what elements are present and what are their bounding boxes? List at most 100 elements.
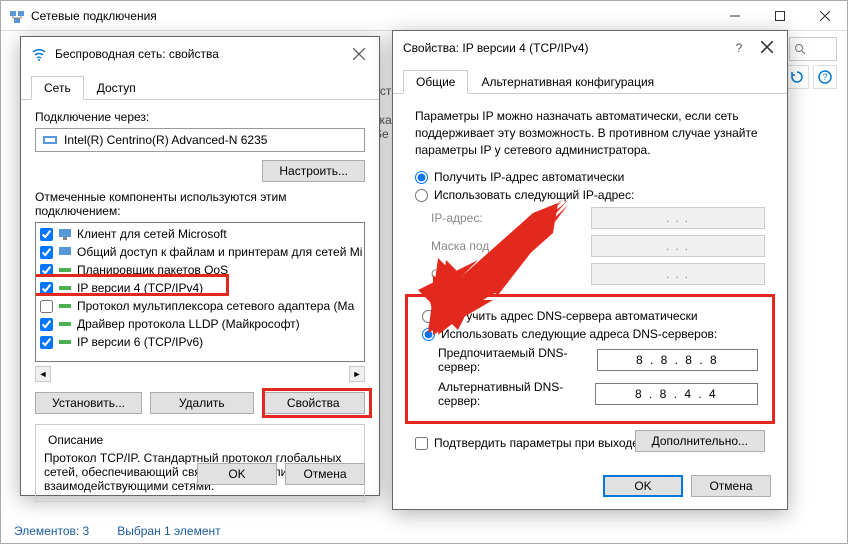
- dlg2-help-button[interactable]: ?: [729, 41, 749, 55]
- preferred-dns-label: Предпочитаемый DNS-сервер:: [438, 346, 597, 374]
- alternate-dns-label: Альтернативный DNS-сервер:: [438, 380, 595, 408]
- dlg2-tabs: Общие Альтернативная конфигурация: [393, 69, 787, 94]
- close-button[interactable]: [802, 2, 847, 30]
- horizontal-scrollbar[interactable]: ◄ ►: [35, 366, 365, 382]
- component-checkbox[interactable]: [40, 300, 53, 313]
- dns-highlight-box: П учить адрес DNS-сервера автоматически …: [405, 294, 775, 424]
- component-item: IP версии 6 (TCP/IPv6): [38, 333, 362, 351]
- gateway-row: Основн юз: ...: [407, 260, 773, 288]
- help-button[interactable]: ?: [813, 65, 837, 89]
- ipv4-properties-dialog: Свойства: IP версии 4 (TCP/IPv4) ? Общие…: [392, 30, 788, 510]
- client-icon: [57, 226, 73, 242]
- dlg2-ok-button[interactable]: OK: [603, 475, 683, 497]
- component-checkbox[interactable]: [40, 264, 53, 277]
- dns-manual-radio[interactable]: [422, 328, 435, 341]
- tab-access[interactable]: Доступ: [84, 76, 149, 100]
- wifi-icon: [31, 46, 47, 62]
- protocol-icon: [57, 316, 73, 332]
- adapter-icon: [42, 132, 58, 148]
- ip-address-input: ...: [591, 207, 765, 229]
- statusbar: Элементов: 3 Выбран 1 элемент: [0, 518, 848, 544]
- intro-text: Параметры IP можно назначать автоматичес…: [415, 108, 765, 158]
- adapter-display: Intel(R) Centrino(R) Advanced-N 6235: [35, 128, 365, 152]
- status-elements-count: Элементов: 3: [14, 524, 89, 538]
- properties-button[interactable]: Свойства: [262, 392, 366, 414]
- refresh-button[interactable]: [785, 65, 809, 89]
- component-item-ipv4: IP версии 4 (TCP/IPv4): [38, 279, 362, 297]
- preferred-dns-row: Предпочитаемый DNS-сервер: 8 . 8 . 8 . 8: [414, 343, 766, 377]
- dlg2-cancel-button[interactable]: Отмена: [691, 475, 771, 497]
- install-button[interactable]: Установить...: [35, 392, 142, 414]
- dlg1-cancel-button[interactable]: Отмена: [285, 463, 365, 485]
- subnet-mask-row: Маска под ...: [407, 232, 773, 260]
- scroll-right[interactable]: ►: [349, 366, 365, 382]
- alternate-dns-input[interactable]: 8 . 8 . 4 . 4: [595, 383, 758, 405]
- ip-manual-radio[interactable]: [415, 189, 428, 202]
- component-item: Протокол мультиплексора сетевого адаптер…: [38, 297, 362, 315]
- gateway-label: Основн юз:: [431, 267, 494, 281]
- connect-via-label: Подключение через:: [35, 110, 365, 124]
- wireless-properties-dialog: Беспроводная сеть: свойства Сеть Доступ …: [20, 36, 380, 496]
- ip-manual-radio-row[interactable]: Использовать следующий IP-адрес:: [407, 186, 773, 204]
- share-icon: [57, 244, 73, 260]
- main-title: Сетевые подключения: [31, 9, 712, 23]
- adapter-name: Intel(R) Centrino(R) Advanced-N 6235: [64, 133, 267, 147]
- tab-general[interactable]: Общие: [403, 70, 468, 94]
- component-checkbox[interactable]: [40, 228, 53, 241]
- validate-label: Подтвердить параметры при выходе: [434, 436, 639, 450]
- dlg2-close-button[interactable]: [757, 41, 777, 56]
- validate-checkbox[interactable]: [415, 437, 428, 450]
- gateway-input: ...: [591, 263, 765, 285]
- qos-icon: [57, 262, 73, 278]
- component-checkbox[interactable]: [40, 318, 53, 331]
- components-list[interactable]: Клиент для сетей Microsoft Общий доступ …: [35, 222, 365, 362]
- scroll-left[interactable]: ◄: [35, 366, 51, 382]
- subnet-mask-label: Маска под: [431, 239, 489, 253]
- dlg1-titlebar: Беспроводная сеть: свойства: [21, 37, 379, 71]
- ip-address-row: IP-адрес: ...: [407, 204, 773, 232]
- dns-auto-label: П учить адрес DNS-сервера автоматически: [441, 309, 698, 323]
- ip-auto-label: Получить IP-адрес автоматически: [434, 170, 624, 184]
- component-item: Общий доступ к файлам и принтерам для се…: [38, 243, 362, 261]
- component-item: Планировщик пакетов QoS: [38, 261, 362, 279]
- tab-alternative[interactable]: Альтернативная конфигурация: [468, 70, 667, 94]
- dns-auto-radio[interactable]: [422, 310, 435, 323]
- dlg2-titlebar: Свойства: IP версии 4 (TCP/IPv4) ?: [393, 31, 787, 65]
- configure-button[interactable]: Настроить...: [262, 160, 365, 182]
- uninstall-button[interactable]: Удалить: [150, 392, 254, 414]
- advanced-button[interactable]: Дополнительно...: [635, 430, 765, 452]
- components-label: Отмеченные компоненты используются этим …: [35, 190, 365, 218]
- dlg2-body: Параметры IP можно назначать автоматичес…: [393, 94, 787, 458]
- ip-auto-radio-row[interactable]: Получить IP-адрес автоматически: [407, 168, 773, 186]
- search-input[interactable]: [789, 37, 837, 61]
- preferred-dns-input[interactable]: 8 . 8 . 8 . 8: [597, 349, 758, 371]
- ip-auto-radio[interactable]: [415, 171, 428, 184]
- dlg1-close-button[interactable]: [349, 44, 369, 64]
- tab-network[interactable]: Сеть: [31, 76, 84, 100]
- dlg2-title: Свойства: IP версии 4 (TCP/IPv4): [403, 41, 729, 55]
- protocol-icon: [57, 280, 73, 296]
- component-checkbox[interactable]: [40, 246, 53, 259]
- svg-text:?: ?: [822, 72, 827, 82]
- minimize-button[interactable]: [712, 2, 757, 30]
- protocol-icon: [57, 334, 73, 350]
- component-item: Клиент для сетей Microsoft: [38, 225, 362, 243]
- dns-manual-label: Использовать следующие адреса DNS-сервер…: [441, 327, 717, 341]
- component-item: Драйвер протокола LLDP (Майкрософт): [38, 315, 362, 333]
- status-selected-count: Выбран 1 элемент: [117, 524, 220, 538]
- main-titlebar: Сетевые подключения: [1, 1, 847, 31]
- dlg1-ok-button[interactable]: OK: [197, 463, 277, 485]
- component-checkbox[interactable]: [40, 282, 53, 295]
- maximize-button[interactable]: [757, 2, 802, 30]
- dlg1-footer: OK Отмена: [197, 463, 365, 485]
- description-legend: Описание: [44, 433, 107, 447]
- ip-address-label: IP-адрес:: [431, 211, 483, 225]
- network-icon: [9, 8, 25, 24]
- dns-auto-radio-row[interactable]: П учить адрес DNS-сервера автоматически: [414, 307, 766, 325]
- component-checkbox[interactable]: [40, 336, 53, 349]
- dns-manual-radio-row[interactable]: Использовать следующие адреса DNS-сервер…: [414, 325, 766, 343]
- dlg1-tabs: Сеть Доступ: [21, 75, 379, 100]
- protocol-icon: [57, 298, 73, 314]
- toolbar2: ?: [785, 65, 837, 89]
- subnet-mask-input: ...: [591, 235, 765, 257]
